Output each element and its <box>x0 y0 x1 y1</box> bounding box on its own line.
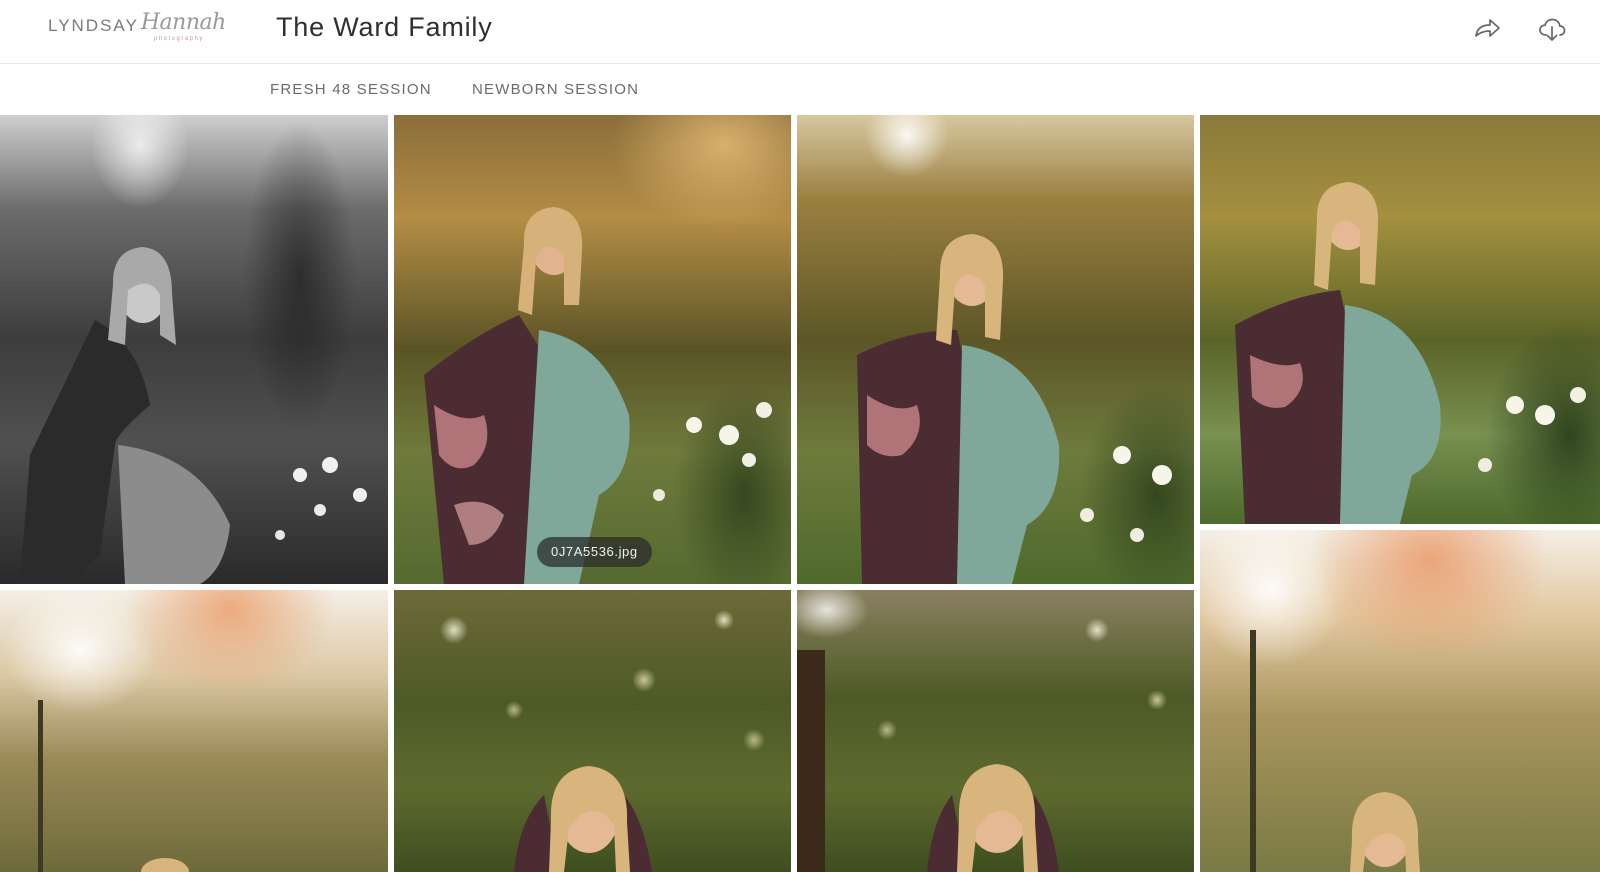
gallery-photo[interactable] <box>0 115 388 584</box>
gallery-title: The Ward Family <box>276 12 493 42</box>
top-bar: LYNDSAY Hannah photography The Ward Fami… <box>0 0 1600 64</box>
share-button[interactable] <box>1472 14 1502 44</box>
cloud-download-icon <box>1539 18 1566 41</box>
session-tabs: FRESH 48 SESSION NEWBORN SESSION <box>0 64 1600 114</box>
photo-grid: 0J7A5536.jpg <box>0 115 1600 872</box>
gallery-photo[interactable] <box>0 590 388 872</box>
logo-script: Hannah <box>140 10 226 35</box>
gallery-photo[interactable] <box>797 590 1194 872</box>
filename-tooltip: 0J7A5536.jpg <box>537 537 652 567</box>
brand-logo[interactable]: LYNDSAY Hannah photography <box>48 10 226 46</box>
gallery-photo[interactable]: 0J7A5536.jpg <box>394 115 791 584</box>
gallery-photo[interactable] <box>1200 115 1600 524</box>
logo-subtitle: photography <box>154 36 204 42</box>
download-button[interactable] <box>1537 14 1567 44</box>
gallery-photo[interactable] <box>797 115 1194 584</box>
tab-newborn-session[interactable]: NEWBORN SESSION <box>472 81 639 98</box>
gallery-photo[interactable] <box>1200 530 1600 872</box>
gallery-photo[interactable] <box>394 590 791 872</box>
logo-wordmark: LYNDSAY <box>48 16 139 35</box>
share-arrow-icon <box>1475 19 1500 37</box>
tab-fresh-48-session[interactable]: FRESH 48 SESSION <box>270 81 432 98</box>
